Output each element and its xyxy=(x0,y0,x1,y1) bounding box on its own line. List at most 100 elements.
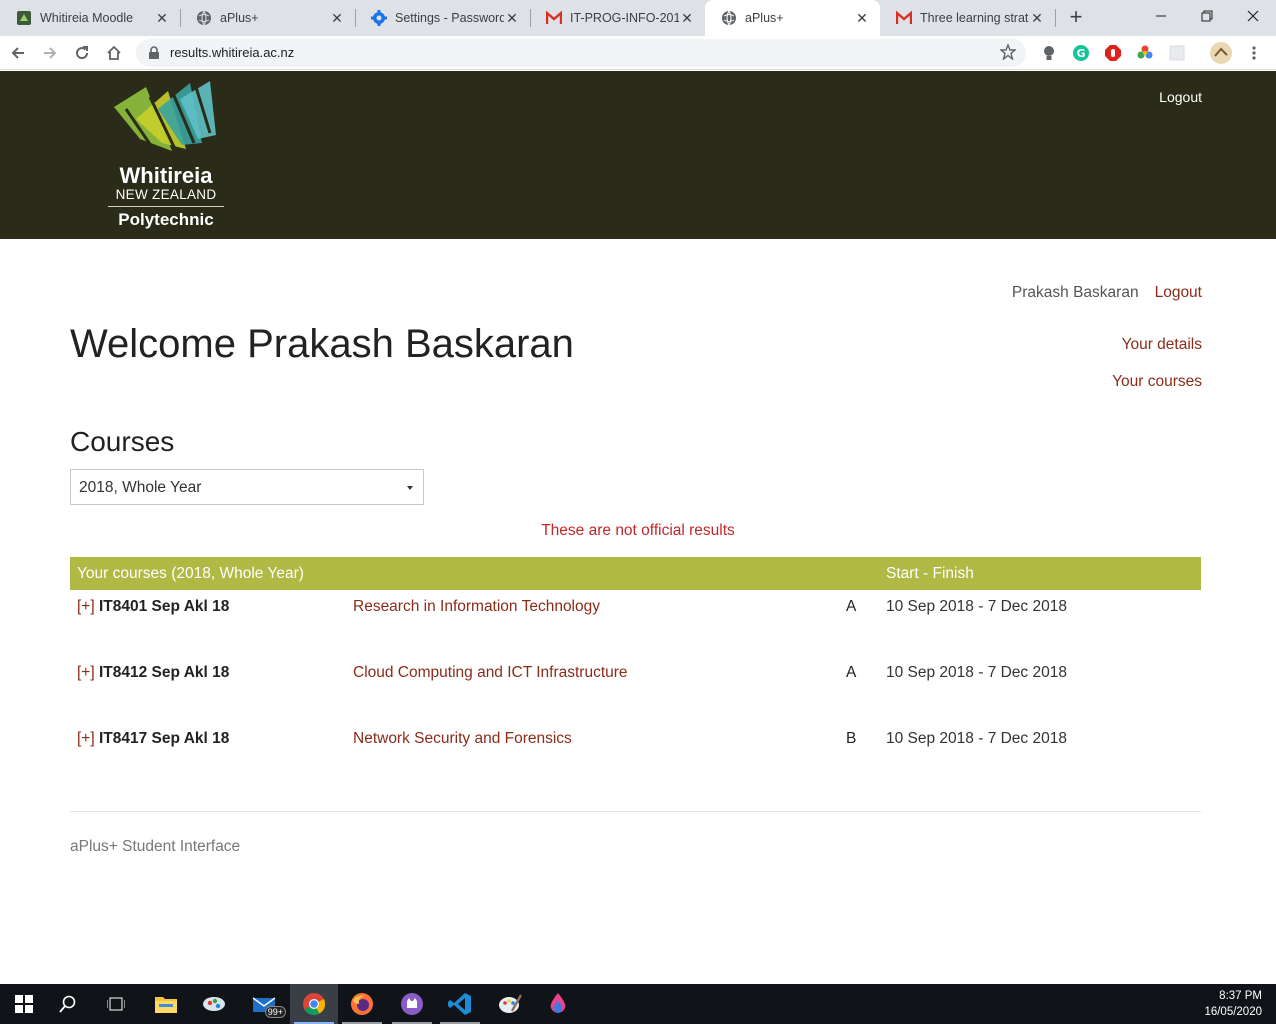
site-header: Whitireia NEW ZEALAND Polytechnic Logout xyxy=(0,71,1276,239)
menu-dots-icon[interactable] xyxy=(1245,44,1263,62)
unofficial-notice: These are not official results xyxy=(541,522,735,539)
header-logout-link[interactable]: Logout xyxy=(1159,89,1202,105)
extension-placeholder-icon[interactable] xyxy=(1168,44,1186,62)
paint-splash-icon xyxy=(203,997,225,1011)
course-name-link[interactable]: Network Security and Forensics xyxy=(353,730,572,748)
courses-table-header: Your courses (2018, Whole Year) Start - … xyxy=(70,557,1201,590)
browser-tab-moodle[interactable]: Whitireia Moodle ✕ xyxy=(0,0,180,36)
expand-toggle[interactable]: [+] xyxy=(77,598,95,616)
home-icon xyxy=(107,45,121,60)
moodle-icon xyxy=(16,10,32,26)
column-header-dates: Start - Finish xyxy=(886,565,974,582)
course-grade: A xyxy=(846,664,857,681)
reload-button[interactable] xyxy=(70,41,94,65)
chrome-icon xyxy=(303,993,326,1015)
lock-icon xyxy=(149,46,159,59)
gmail-icon xyxy=(896,10,912,26)
course-name-link[interactable]: Cloud Computing and ICT Infrastructure xyxy=(353,664,628,682)
user-name: Prakash Baskaran xyxy=(1011,284,1139,301)
windows-taskbar: 99+ 8:37 PM 16/05/2020 xyxy=(0,984,1276,1024)
period-select[interactable]: 2018, Whole Year xyxy=(70,469,424,505)
logout-link[interactable]: Logout xyxy=(1155,284,1202,302)
reload-icon xyxy=(76,46,89,60)
side-nav: Your details Your courses xyxy=(1112,336,1202,410)
your-details-link[interactable]: Your details xyxy=(1112,336,1202,354)
restore-button[interactable] xyxy=(1184,0,1230,32)
firefox-icon xyxy=(351,993,373,1015)
logo-subtitle: NEW ZEALAND xyxy=(115,187,217,202)
tab-close-icon[interactable]: ✕ xyxy=(679,10,695,26)
folder-icon xyxy=(155,997,177,1013)
globe-icon xyxy=(196,10,212,26)
tab-close-icon[interactable]: ✕ xyxy=(504,10,520,26)
back-button[interactable] xyxy=(6,41,30,65)
table-row: [+] IT8412 Sep Akl 18 Cloud Computing an… xyxy=(70,664,1201,688)
your-courses-link[interactable]: Your courses xyxy=(1112,373,1202,391)
table-row: [+] IT8401 Sep Akl 18 Research in Inform… xyxy=(70,598,1201,622)
course-grade: B xyxy=(846,730,857,747)
tab-close-icon[interactable]: ✕ xyxy=(854,10,870,26)
expand-toggle[interactable]: [+] xyxy=(77,664,95,682)
task-view-button[interactable] xyxy=(92,984,140,1024)
whitireia-logo-icon xyxy=(114,81,216,154)
close-icon xyxy=(1247,10,1259,22)
whitireia-logo[interactable]: Whitireia NEW ZEALAND Polytechnic xyxy=(106,79,226,231)
svg-text:G: G xyxy=(1076,47,1085,60)
taskbar-paint-app[interactable] xyxy=(486,984,534,1024)
browser-tab-aplus-1[interactable]: aPlus+ ✕ xyxy=(180,0,355,36)
browser-tab-gmail-2[interactable]: Three learning strate ✕ xyxy=(880,0,1055,36)
extension-bulb-icon[interactable] xyxy=(1040,44,1058,62)
taskbar-mail-app[interactable]: 99+ xyxy=(240,984,288,1024)
color-picker-icon[interactable] xyxy=(1136,44,1154,62)
browser-toolbar: results.whitireia.ac.nz G xyxy=(0,36,1276,70)
tab-close-icon[interactable]: ✕ xyxy=(1029,10,1045,26)
task-view-icon xyxy=(107,997,125,1011)
tab-close-icon[interactable]: ✕ xyxy=(329,10,345,26)
taskbar-drop-app[interactable] xyxy=(534,984,582,1024)
period-select-value: 2018, Whole Year xyxy=(79,479,202,496)
footer-divider xyxy=(70,811,1201,812)
browser-tab-aplus-active[interactable]: aPlus+ ✕ xyxy=(705,0,880,36)
expand-toggle[interactable]: [+] xyxy=(77,730,95,748)
taskbar-search-button[interactable] xyxy=(44,984,92,1024)
logo-polytechnic: Polytechnic xyxy=(118,210,214,229)
course-grade: A xyxy=(846,598,857,615)
new-tab-button[interactable]: + xyxy=(1064,6,1088,30)
search-icon xyxy=(59,995,76,1013)
star-icon[interactable] xyxy=(1000,44,1016,60)
address-bar[interactable]: results.whitireia.ac.nz xyxy=(136,39,1026,67)
grammarly-icon[interactable]: G xyxy=(1072,44,1090,62)
taskbar-vscode[interactable] xyxy=(436,984,484,1024)
table-row: [+] IT8417 Sep Akl 18 Network Security a… xyxy=(70,730,1201,754)
minimize-button[interactable] xyxy=(1138,0,1184,32)
palette-icon xyxy=(499,994,522,1013)
caret-down-icon xyxy=(407,486,413,490)
course-name-link[interactable]: Research in Information Technology xyxy=(353,598,600,616)
windows-logo-icon xyxy=(15,995,33,1013)
course-code: IT8412 Sep Akl 18 xyxy=(99,664,230,681)
mail-badge: 99+ xyxy=(264,1006,286,1018)
taskbar-file-explorer[interactable] xyxy=(142,984,190,1024)
tab-close-icon[interactable]: ✕ xyxy=(154,10,170,26)
forward-button[interactable] xyxy=(38,41,62,65)
adblock-icon[interactable] xyxy=(1104,44,1122,62)
profile-avatar[interactable] xyxy=(1210,42,1232,64)
taskbar-firefox[interactable] xyxy=(338,984,386,1024)
taskbar-chrome[interactable] xyxy=(290,984,338,1024)
browser-tab-settings[interactable]: Settings - Passwords ✕ xyxy=(355,0,530,36)
browser-tab-strip: Whitireia Moodle ✕ aPlus+ ✕ Settings - P… xyxy=(0,0,1276,36)
logo-divider xyxy=(108,206,224,207)
taskbar-github-desktop[interactable] xyxy=(388,984,436,1024)
tab-separator xyxy=(1055,9,1056,27)
gear-icon xyxy=(371,10,387,26)
browser-tab-gmail-1[interactable]: IT-PROG-INFO-2019 ✕ xyxy=(530,0,705,36)
logo-name: Whitireia xyxy=(119,163,213,188)
home-button[interactable] xyxy=(102,41,126,65)
taskbar-clock[interactable]: 8:37 PM 16/05/2020 xyxy=(1204,988,1262,1020)
minimize-icon xyxy=(1156,15,1166,17)
taskbar-snipping-app[interactable] xyxy=(190,984,238,1024)
course-code: IT8417 Sep Akl 18 xyxy=(99,730,230,747)
user-links: Prakash Baskaran Logout xyxy=(1012,284,1202,302)
close-window-button[interactable] xyxy=(1230,0,1276,32)
start-button[interactable] xyxy=(0,984,48,1024)
